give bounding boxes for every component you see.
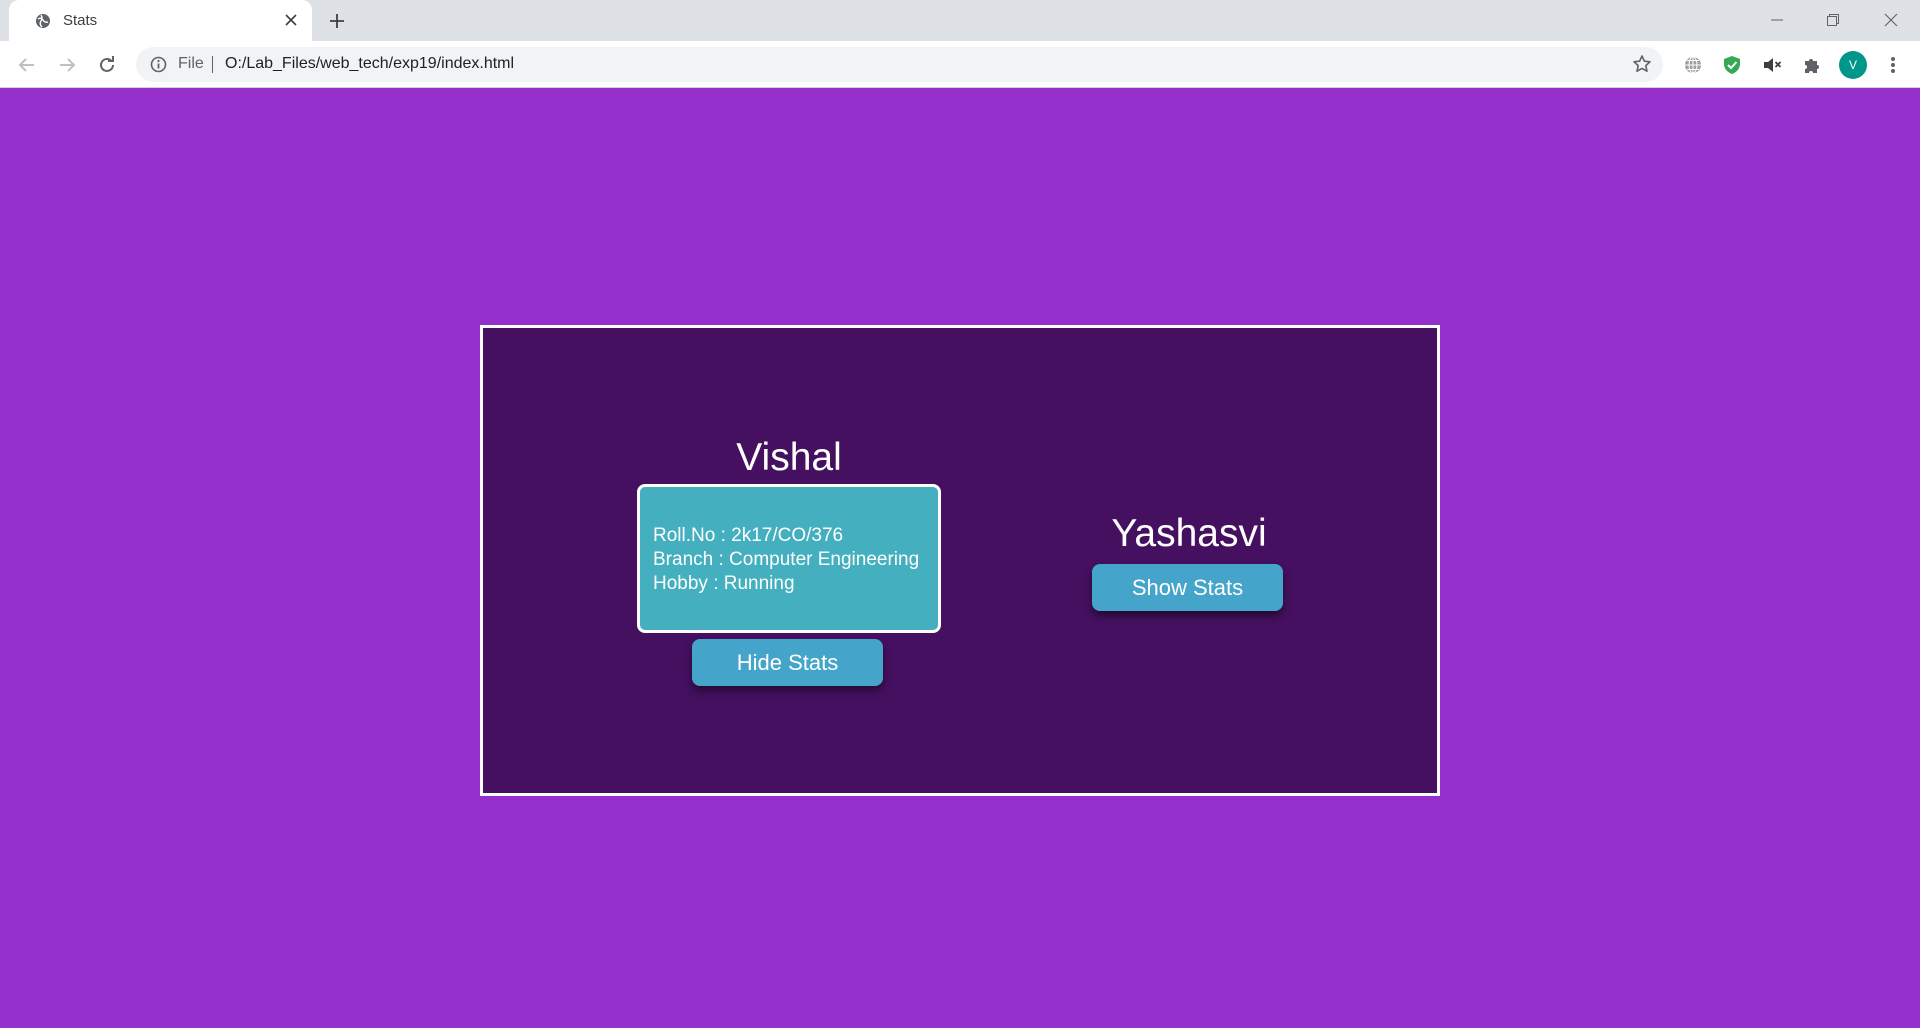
stats-branch: Branch : Computer Engineering (653, 549, 920, 570)
hide-stats-button[interactable]: Hide Stats (692, 639, 883, 686)
forward-icon[interactable] (54, 52, 80, 78)
stats-hobby: Hobby : Running (653, 573, 795, 594)
window-close-icon[interactable] (1878, 7, 1904, 33)
minimize-icon[interactable] (1764, 7, 1790, 33)
star-icon[interactable] (1631, 53, 1653, 75)
translate-icon[interactable] (1680, 52, 1706, 78)
shield-icon[interactable] (1719, 52, 1745, 78)
restore-icon[interactable] (1820, 7, 1846, 33)
person-name-vishal: Vishal (736, 436, 842, 479)
globe-icon (36, 14, 50, 28)
stats-panel: Vishal Roll.No : 2k17/CO/376 Branch : Co… (480, 325, 1440, 796)
avatar[interactable]: V (1839, 51, 1867, 79)
stats-roll-no: Roll.No : 2k17/CO/376 (653, 525, 844, 546)
info-icon[interactable] (150, 56, 167, 73)
url-divider (212, 56, 213, 73)
close-icon[interactable] (282, 11, 300, 29)
menu-icon[interactable] (1880, 52, 1906, 78)
address-bar[interactable]: File O:/Lab_Files/web_tech/exp19/index.h… (136, 47, 1663, 82)
tab-strip: Stats (0, 0, 1920, 41)
url-text[interactable]: O:/Lab_Files/web_tech/exp19/index.html (225, 55, 514, 73)
stats-card-vishal: Roll.No : 2k17/CO/376 Branch : Computer … (637, 484, 941, 633)
puzzle-icon[interactable] (1799, 52, 1825, 78)
mute-icon[interactable] (1759, 52, 1785, 78)
person-name-yashasvi: Yashasvi (1111, 512, 1267, 555)
browser-tab[interactable]: Stats (9, 0, 312, 41)
reload-icon[interactable] (94, 52, 120, 78)
tab-title: Stats (63, 12, 98, 29)
url-scheme-label: File (178, 55, 204, 72)
plus-icon[interactable] (326, 10, 348, 32)
browser-toolbar: File O:/Lab_Files/web_tech/exp19/index.h… (0, 41, 1920, 88)
show-stats-button[interactable]: Show Stats (1092, 564, 1283, 611)
back-icon[interactable] (14, 52, 40, 78)
